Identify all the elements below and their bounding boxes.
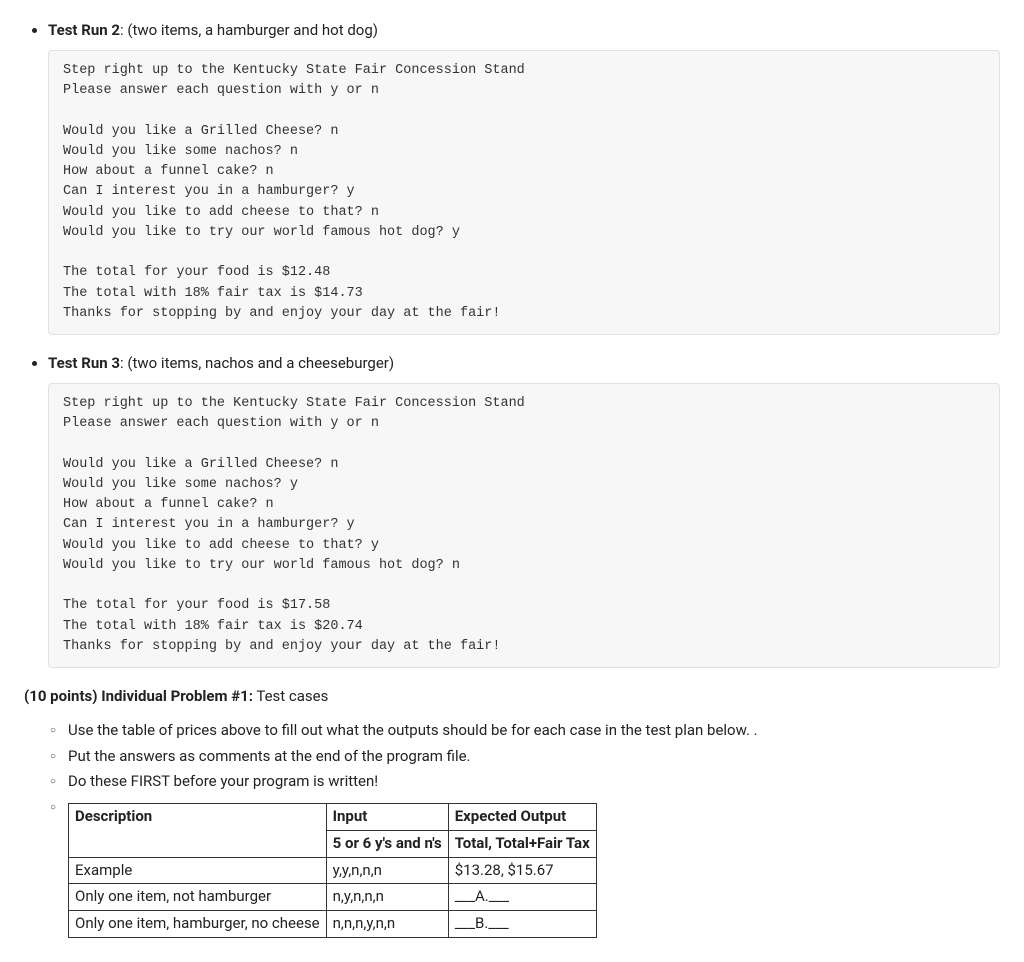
cell-desc: Example — [69, 857, 327, 884]
problem-bullet-2: Do these FIRST before your program is wr… — [50, 771, 1000, 793]
test-run-2-label: Test Run 2 — [48, 21, 120, 39]
cell-desc: Only one item, hamburger, no cheese — [69, 911, 327, 938]
th-input: Input — [326, 804, 448, 831]
table-bullet: Description Input Expected Output 5 or 6… — [50, 797, 1000, 938]
test-plan-table: Description Input Expected Output 5 or 6… — [68, 803, 597, 938]
cell-input: n,n,n,y,n,n — [326, 911, 448, 938]
th-input-sub: 5 or 6 y's and n's — [326, 830, 448, 857]
test-run-2-item: Test Run 2: (two items, a hamburger and … — [48, 20, 1000, 335]
cell-output: $13.28, $15.67 — [448, 857, 596, 884]
table-row: Only one item, hamburger, no cheese n,n,… — [69, 911, 597, 938]
table-header-row: Description Input Expected Output — [69, 804, 597, 831]
cell-input: n,y,n,n,n — [326, 884, 448, 911]
problem-bullets: Use the table of prices above to fill ou… — [24, 720, 1000, 938]
th-output-sub: Total, Total+Fair Tax — [448, 830, 596, 857]
problem-title: Test cases — [253, 687, 328, 705]
test-run-2-desc: : (two items, a hamburger and hot dog) — [120, 21, 378, 39]
table-row: Only one item, not hamburger n,y,n,n,n _… — [69, 884, 597, 911]
problem-bullet-1: Put the answers as comments at the end o… — [50, 746, 1000, 768]
problem-header: (10 points) Individual Problem #1: Test … — [24, 686, 1000, 708]
cell-output: ___B.___ — [448, 911, 596, 938]
table-row: Example y,y,n,n,n $13.28, $15.67 — [69, 857, 597, 884]
test-run-3-desc: : (two items, nachos and a cheeseburger) — [120, 354, 394, 372]
problem-bullet-0: Use the table of prices above to fill ou… — [50, 720, 1000, 742]
cell-output: ___A.___ — [448, 884, 596, 911]
test-run-2-output: Step right up to the Kentucky State Fair… — [48, 50, 1000, 335]
main-list: Test Run 2: (two items, a hamburger and … — [24, 20, 1000, 668]
th-output: Expected Output — [448, 804, 596, 831]
test-run-3-item: Test Run 3: (two items, nachos and a che… — [48, 353, 1000, 668]
cell-input: y,y,n,n,n — [326, 857, 448, 884]
cell-desc: Only one item, not hamburger — [69, 884, 327, 911]
test-run-3-label: Test Run 3 — [48, 354, 120, 372]
test-run-3-output: Step right up to the Kentucky State Fair… — [48, 383, 1000, 668]
th-description: Description — [69, 804, 327, 858]
problem-points: (10 points) Individual Problem #1: — [24, 687, 253, 705]
